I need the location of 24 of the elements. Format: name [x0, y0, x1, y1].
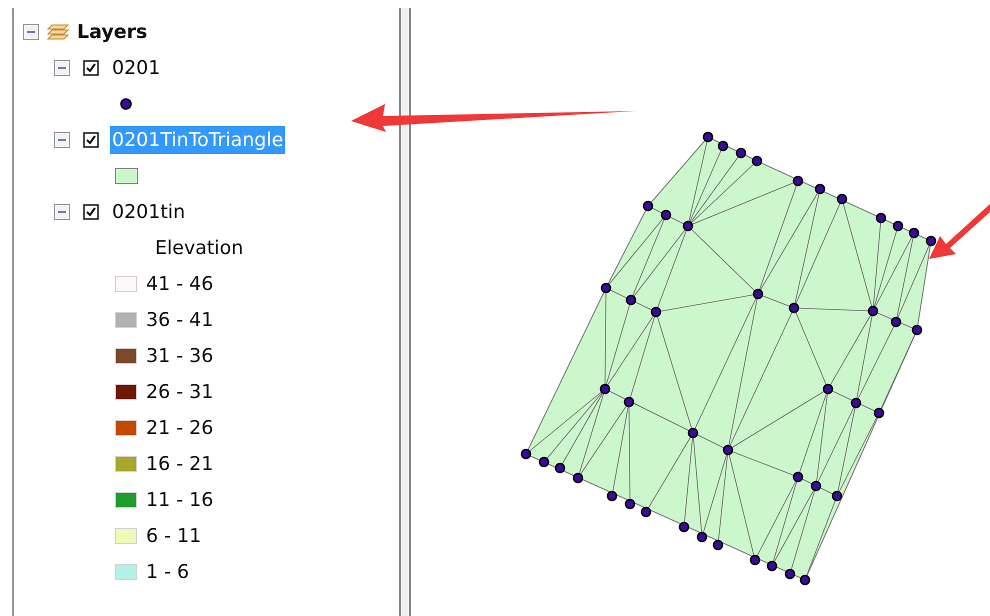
class-range-label: 31 - 36: [146, 344, 214, 369]
collapse-icon[interactable]: [54, 204, 70, 220]
data-frame-title[interactable]: Layers: [77, 18, 148, 46]
class-range-label: 41 - 46: [146, 272, 214, 297]
class-range-label: 6 - 11: [146, 524, 202, 549]
collapse-icon[interactable]: [54, 132, 70, 148]
collapse-icon[interactable]: [54, 60, 70, 76]
class-range-label: 1 - 6: [146, 560, 190, 585]
layers-stack-icon: [47, 23, 69, 41]
checkbox[interactable]: [83, 60, 99, 76]
checkbox[interactable]: [83, 204, 99, 220]
point-symbol-icon: [119, 97, 133, 111]
class-range-label: 26 - 31: [146, 380, 214, 405]
checkbox[interactable]: [83, 132, 99, 148]
collapse-icon[interactable]: [23, 24, 39, 40]
splitter[interactable]: [399, 8, 411, 616]
fill-symbol-swatch: [115, 168, 138, 184]
class-range-label: 21 - 26: [146, 416, 214, 441]
layer-name[interactable]: 0201tin: [112, 198, 186, 226]
field-name: Elevation: [155, 236, 244, 261]
class-range-label: 11 - 16: [146, 488, 214, 513]
class-range-label: 16 - 21: [146, 452, 214, 477]
layer-name[interactable]: 0201: [112, 54, 160, 82]
class-range-label: 36 - 41: [146, 308, 214, 333]
